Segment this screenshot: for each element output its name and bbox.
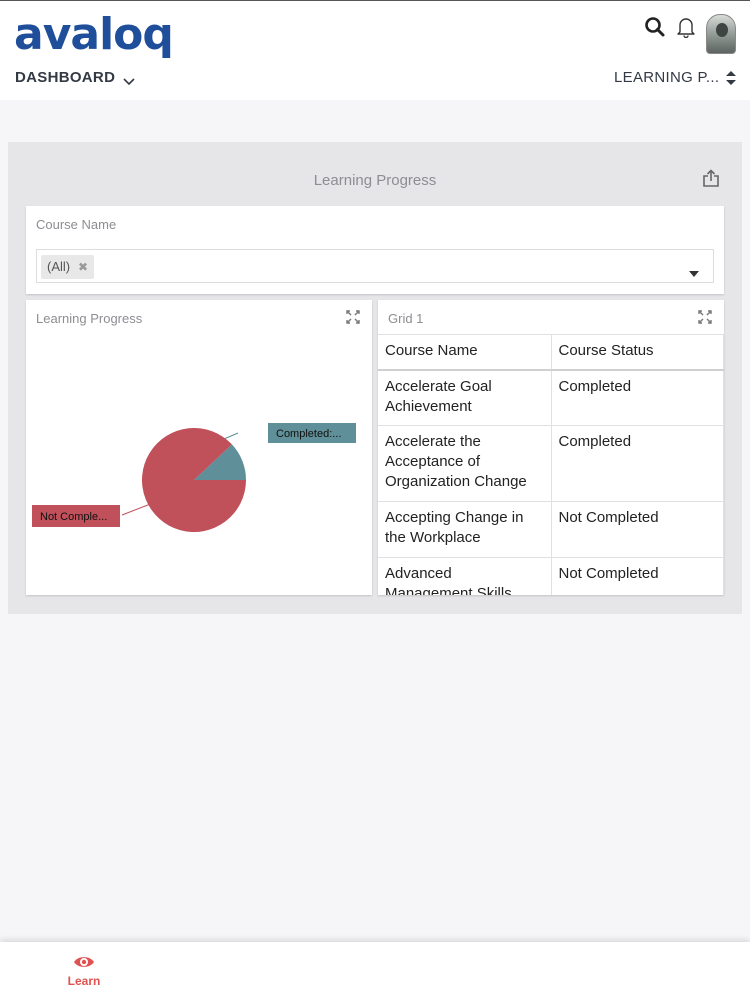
panel-title: Learning Progress — [313, 172, 437, 189]
chevron-down-icon[interactable] — [123, 73, 135, 91]
column-header-course-name[interactable]: Course Name — [378, 334, 552, 371]
course-status-cell: Not Completed — [550, 501, 724, 558]
course-status-cell: Not Completed — [550, 557, 724, 595]
filter-chip: (All) ✖ — [41, 255, 95, 279]
course-status-cell: Completed — [550, 369, 724, 426]
dashboard-selector[interactable]: LEARNING P... — [614, 69, 719, 86]
course-filter-card: Course Name (All) ✖ — [26, 206, 724, 294]
course-name-cell: Accelerate the Acceptance of Organizatio… — [378, 425, 552, 502]
table-row[interactable]: Accepting Change in the Workplace Not Co… — [378, 501, 724, 558]
dashboard-title[interactable]: DASHBOARD — [15, 69, 115, 86]
course-name-cell: Accelerate Goal Achievement — [378, 369, 552, 426]
course-status-cell: Completed — [550, 425, 724, 502]
remove-chip-icon[interactable]: ✖ — [78, 255, 88, 279]
learning-progress-chart-card: Learning Progress Completed:... Not Compl… — [26, 300, 372, 595]
table-header-row: Course Name Course Status — [378, 334, 724, 371]
avatar[interactable] — [706, 14, 736, 54]
bell-icon[interactable] — [675, 16, 697, 43]
pie-slice[interactable] — [142, 428, 246, 532]
search-icon[interactable] — [644, 16, 666, 43]
column-header-course-status[interactable]: Course Status — [550, 334, 724, 371]
pie-data-label: Completed:... — [276, 428, 341, 440]
course-name-select[interactable]: (All) ✖ — [36, 249, 714, 283]
top-bar: avaloq DASHBOARD LEARNING P... — [0, 0, 750, 100]
table-row[interactable]: Advanced Management Skills Not Completed — [378, 557, 724, 595]
pie-chart: Completed:... Not Comple... — [32, 423, 356, 532]
nav-item-learn[interactable]: Learn — [58, 974, 110, 988]
course-status-table: Course Name Course Status Accelerate Goa… — [378, 334, 724, 595]
avaloq-logo: avaloq — [14, 9, 174, 60]
pie-label-leader — [121, 502, 154, 516]
pie-data-label: Not Comple... — [40, 511, 107, 523]
course-name-cell: Accepting Change in the Workplace — [378, 501, 552, 558]
grid-card: Grid 1 Course Name Course Status Acceler… — [378, 300, 724, 595]
table-row[interactable]: Accelerate Goal Achievement Completed — [378, 369, 724, 426]
table-row[interactable]: Accelerate the Acceptance of Organizatio… — [378, 425, 724, 502]
sort-icon[interactable] — [726, 71, 736, 90]
dashboard-panel: Learning Progress Course Name (All) ✖ Le… — [8, 142, 742, 614]
caret-down-icon[interactable] — [689, 264, 699, 282]
expand-icon[interactable] — [698, 310, 712, 329]
filter-label: Course Name — [36, 217, 117, 232]
bottom-nav: Learn — [0, 942, 750, 1000]
grid-card-title: Grid 1 — [388, 311, 424, 326]
share-icon[interactable] — [702, 169, 720, 192]
course-name-cell: Advanced Management Skills — [378, 557, 552, 595]
eye-icon[interactable] — [73, 955, 95, 974]
filter-chip-label: (All) — [47, 259, 71, 274]
